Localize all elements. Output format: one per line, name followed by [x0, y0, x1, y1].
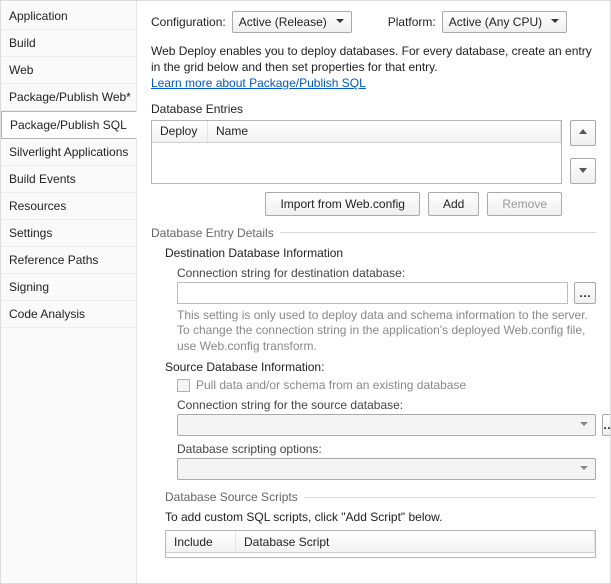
remove-button[interactable]: Remove	[487, 192, 562, 216]
scripts-description: To add custom SQL scripts, click "Add Sc…	[165, 510, 596, 524]
source-conn-label: Connection string for the source databas…	[177, 398, 596, 412]
sidebar-item-build-events[interactable]: Build Events	[1, 166, 136, 193]
dest-conn-hint: This setting is only used to deploy data…	[177, 308, 596, 355]
database-entry-details-legend: Database Entry Details	[151, 226, 280, 240]
column-include[interactable]: Include	[166, 531, 236, 552]
import-webconfig-button[interactable]: Import from Web.config	[265, 192, 420, 216]
arrow-down-icon	[578, 164, 588, 178]
platform-label: Platform:	[388, 15, 436, 29]
scripts-grid[interactable]: Include Database Script	[165, 530, 596, 558]
description-text: Web Deploy enables you to deploy databas…	[151, 44, 592, 74]
pull-data-label: Pull data and/or schema from an existing…	[196, 378, 466, 392]
sidebar-item-code-analysis[interactable]: Code Analysis	[1, 301, 136, 328]
sidebar-item-package-publish-sql[interactable]: Package/Publish SQL	[1, 111, 137, 139]
chevron-down-icon	[579, 418, 589, 432]
sidebar-item-package-publish-web[interactable]: Package/Publish Web*	[1, 84, 136, 111]
script-options-dropdown[interactable]	[177, 458, 596, 480]
learn-more-link[interactable]: Learn more about Package/Publish SQL	[151, 76, 366, 90]
database-source-scripts-legend: Database Source Scripts	[165, 490, 304, 504]
platform-value: Active (Any CPU)	[449, 15, 542, 29]
configuration-label: Configuration:	[151, 15, 226, 29]
source-db-title: Source Database Information:	[165, 360, 596, 374]
platform-dropdown[interactable]: Active (Any CPU)	[442, 11, 567, 33]
add-button[interactable]: Add	[428, 192, 479, 216]
pull-data-checkbox[interactable]	[177, 379, 190, 392]
column-database-script[interactable]: Database Script	[236, 531, 595, 552]
move-up-button[interactable]	[570, 120, 596, 146]
database-entries-grid[interactable]: Deploy Name	[151, 120, 562, 184]
dest-conn-input[interactable]	[177, 282, 568, 304]
sidebar-item-build[interactable]: Build	[1, 30, 136, 57]
arrow-up-icon	[578, 126, 588, 140]
sidebar-item-application[interactable]: Application	[1, 3, 136, 30]
database-entries-label: Database Entries	[151, 102, 596, 116]
sidebar-item-resources[interactable]: Resources	[1, 193, 136, 220]
ellipsis-icon: …	[603, 418, 610, 432]
database-source-scripts-group: Database Source Scripts To add custom SQ…	[165, 490, 596, 558]
chevron-down-icon	[579, 462, 589, 476]
sidebar-item-reference-paths[interactable]: Reference Paths	[1, 247, 136, 274]
ellipsis-icon: …	[579, 286, 591, 300]
sidebar-item-web[interactable]: Web	[1, 57, 136, 84]
chevron-down-icon	[335, 15, 345, 29]
source-conn-browse-button[interactable]: …	[602, 414, 610, 436]
move-down-button[interactable]	[570, 158, 596, 184]
sidebar: Application Build Web Package/Publish We…	[1, 1, 137, 583]
configuration-value: Active (Release)	[239, 15, 327, 29]
script-options-label: Database scripting options:	[177, 442, 596, 456]
dest-conn-label: Connection string for destination databa…	[177, 266, 596, 280]
destination-db-title: Destination Database Information	[165, 246, 596, 260]
sidebar-item-silverlight[interactable]: Silverlight Applications	[1, 139, 136, 166]
dest-conn-browse-button[interactable]: …	[574, 282, 596, 304]
database-entry-details-group: Database Entry Details Destination Datab…	[151, 226, 596, 567]
configuration-dropdown[interactable]: Active (Release)	[232, 11, 352, 33]
grid-body[interactable]	[152, 143, 561, 183]
sidebar-item-settings[interactable]: Settings	[1, 220, 136, 247]
column-deploy[interactable]: Deploy	[152, 121, 208, 142]
column-name[interactable]: Name	[208, 121, 561, 142]
main-panel: Configuration: Active (Release) Platform…	[137, 1, 610, 583]
source-conn-dropdown[interactable]	[177, 414, 596, 436]
chevron-down-icon	[550, 15, 560, 29]
sidebar-item-signing[interactable]: Signing	[1, 274, 136, 301]
